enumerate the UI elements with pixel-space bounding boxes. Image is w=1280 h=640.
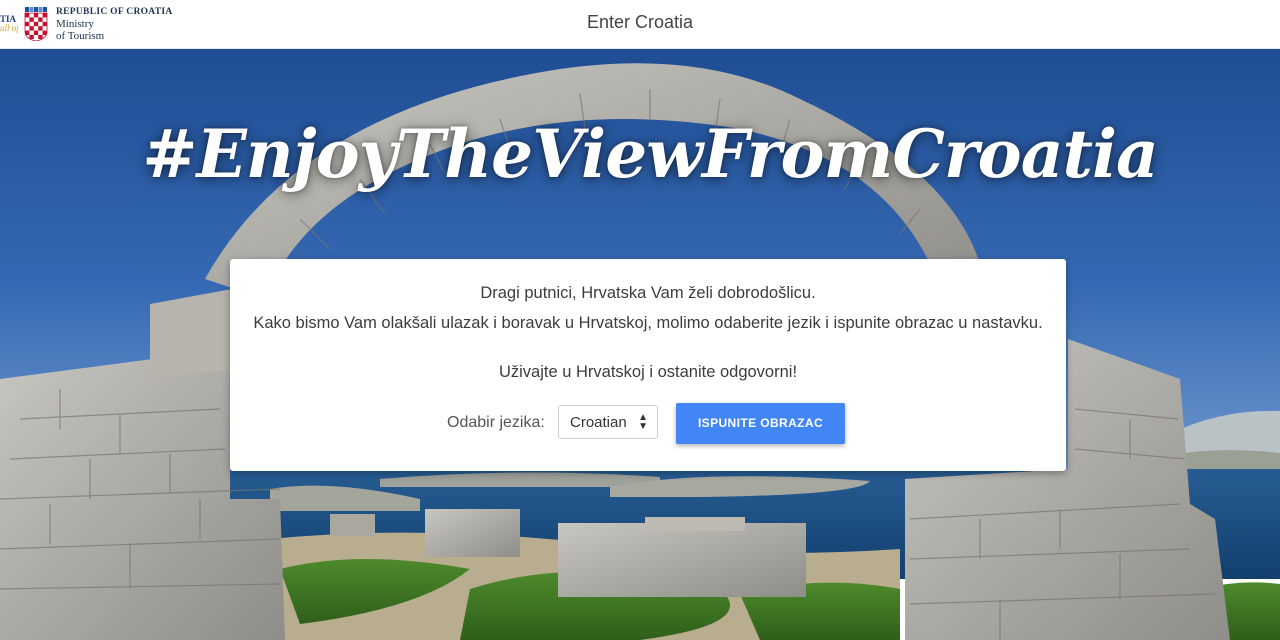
hero-hashtag: #EnjoyTheViewFromCroatia [142, 115, 1159, 193]
page-title: Enter Croatia [586, 12, 694, 32]
select-caret-icon: ▲ ▼ [638, 412, 648, 432]
greeting-text: Dragi putnici, Hrvatska Vam želi dobrodo… [480, 284, 816, 302]
language-select-value: Croatian [570, 414, 627, 431]
enjoy-text: Uživajte u Hrvatskoj i ostanite odgovorn… [498, 363, 798, 381]
intro-text: Kako bismo Vam olakšali ulazak i boravak… [253, 314, 1043, 332]
welcome-card: Dragi putnici, Hrvatska Vam želi dobrodo… [230, 259, 1066, 471]
fill-form-button[interactable]: ISPUNITE OBRAZAC [676, 403, 845, 444]
language-select[interactable]: Croatian ▲ ▼ [558, 405, 658, 439]
language-row: Odabir jezika: Croatian ▲ ▼ ISPUNITE OBRA… [230, 403, 1066, 445]
language-label: Odabir jezika: [447, 414, 545, 431]
top-bar: TIA ull of life [0, 0, 1280, 49]
